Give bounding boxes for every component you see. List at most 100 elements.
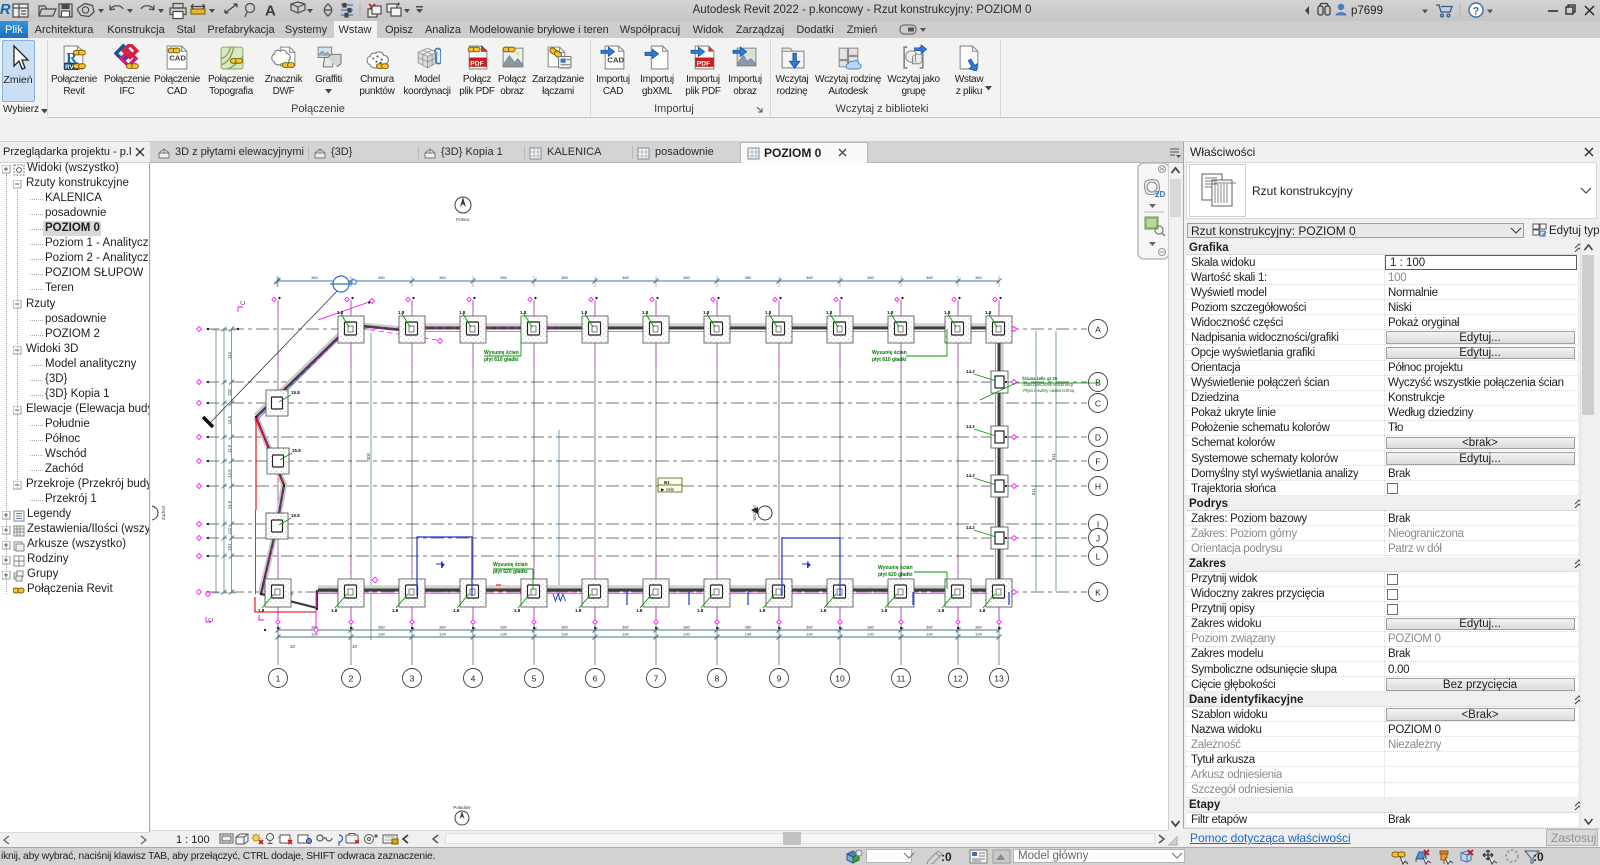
svg-text:380: 380	[975, 625, 982, 630]
svg-text:K: K	[1095, 588, 1101, 598]
svg-text:10: 10	[290, 644, 296, 649]
svg-text:611: 611	[1031, 488, 1036, 495]
svg-text:1.8: 1.8	[944, 310, 951, 315]
svg-text:8: 8	[715, 674, 720, 684]
svg-text:1.8: 1.8	[642, 310, 649, 315]
svg-text:B1: B1	[664, 480, 670, 485]
svg-text:1.8: 1.8	[398, 310, 405, 315]
svg-text:1.8: 1.8	[820, 608, 827, 613]
svg-text:3: 3	[410, 674, 415, 684]
svg-text:380: 380	[439, 275, 446, 280]
svg-text:11: 11	[897, 674, 906, 684]
svg-text:płyt 610 gładki: płyt 610 gładki	[872, 357, 907, 363]
svg-text:C: C	[209, 617, 215, 622]
svg-text:380: 380	[683, 275, 690, 280]
svg-text:190: 190	[806, 632, 813, 637]
svg-text:190: 190	[867, 632, 874, 637]
svg-text:15.8: 15.8	[291, 390, 300, 395]
svg-text:380: 380	[378, 625, 385, 630]
svg-text:14.5: 14.5	[227, 500, 232, 509]
svg-text:190: 190	[926, 632, 933, 637]
svg-text:380: 380	[867, 275, 874, 280]
svg-text:2D: 2D	[1155, 190, 1165, 199]
svg-text:p7699: p7699	[1351, 5, 1383, 17]
svg-text:Wysunię ścian: Wysunię ścian	[878, 565, 913, 571]
svg-text:płyt 620 gładki: płyt 620 gładki	[493, 569, 528, 575]
svg-text:D: D	[1095, 433, 1101, 443]
svg-text:J: J	[1096, 534, 1100, 544]
svg-text:380: 380	[745, 625, 752, 630]
svg-text:1.8: 1.8	[453, 608, 460, 613]
svg-text:380: 380	[926, 275, 933, 280]
svg-text:300: 300	[366, 452, 371, 460]
svg-text:1.8: 1.8	[258, 608, 265, 613]
svg-text:14.2: 14.2	[966, 369, 975, 374]
svg-text:380: 380	[439, 625, 446, 630]
svg-text:CAD: CAD	[607, 56, 624, 65]
svg-text:1.8: 1.8	[765, 310, 772, 315]
svg-text:C: C	[1095, 399, 1101, 409]
svg-text:-Płyta z awbry nawierzchnią: -Płyta z awbry nawierzchnią	[1022, 388, 1075, 393]
svg-text:380: 380	[975, 275, 982, 280]
svg-text:380: 380	[926, 625, 933, 630]
svg-text:380: 380	[806, 625, 813, 630]
svg-text:L: L	[1096, 552, 1101, 562]
svg-text:14.5: 14.5	[227, 415, 232, 424]
svg-text:13: 13	[994, 674, 1004, 684]
svg-text:1.8: 1.8	[703, 310, 710, 315]
svg-text:1.8: 1.8	[697, 608, 704, 613]
svg-text:płyt 620 gładki: płyt 620 gładki	[878, 572, 913, 578]
svg-text:4: 4	[471, 674, 476, 684]
svg-text:H: H	[1095, 482, 1101, 492]
svg-text:380: 380	[806, 275, 813, 280]
svg-text:Zachód: Zachód	[161, 505, 166, 520]
svg-text:Południe: Południe	[453, 805, 471, 810]
svg-text:14.2: 14.2	[966, 525, 975, 530]
svg-text:1.8: 1.8	[938, 608, 945, 613]
svg-text:1.8: 1.8	[514, 608, 521, 613]
svg-text:190: 190	[439, 632, 446, 637]
svg-text:PDF: PDF	[696, 60, 710, 67]
svg-text:11.5: 11.5	[227, 444, 232, 453]
svg-text:C: C	[241, 300, 247, 305]
svg-text:Wysunię ścian: Wysunię ścian	[872, 350, 907, 356]
svg-text:1.8: 1.8	[887, 310, 894, 315]
svg-text:101: 101	[227, 543, 232, 551]
svg-text:5: 5	[532, 674, 537, 684]
svg-text:Wschód: Wschód	[752, 505, 757, 521]
svg-text:190: 190	[975, 632, 982, 637]
svg-text:611: 611	[1051, 453, 1056, 460]
svg-text:I: I	[1097, 520, 1099, 530]
svg-text:6: 6	[593, 674, 598, 684]
svg-text:14.2: 14.2	[966, 424, 975, 429]
svg-text:2: 2	[349, 674, 354, 684]
svg-text:15.8: 15.8	[292, 448, 301, 453]
svg-text:1.8: 1.8	[331, 608, 338, 613]
svg-text:380: 380	[745, 275, 752, 280]
svg-text:380: 380	[500, 625, 507, 630]
svg-text:190: 190	[500, 632, 507, 637]
svg-text:190: 190	[378, 632, 385, 637]
svg-text:1.8: 1.8	[459, 310, 466, 315]
svg-text:190: 190	[683, 632, 690, 637]
svg-text:10: 10	[835, 674, 845, 684]
svg-text:380: 380	[311, 275, 318, 280]
svg-text:?: ?	[1473, 6, 1480, 18]
svg-text:380: 380	[561, 625, 568, 630]
svg-text:380: 380	[622, 625, 629, 630]
svg-text:1.8: 1.8	[826, 310, 833, 315]
svg-text:10: 10	[352, 644, 358, 649]
svg-text:B: B	[1095, 378, 1101, 388]
svg-text:190: 190	[561, 632, 568, 637]
svg-text:1.8: 1.8	[575, 608, 582, 613]
svg-text:Wysunię ścian: Wysunię ścian	[484, 350, 519, 356]
svg-text:PDF: PDF	[470, 60, 484, 67]
svg-text:CAD: CAD	[169, 54, 186, 63]
svg-text:9: 9	[777, 674, 782, 684]
svg-text:1.8: 1.8	[979, 608, 986, 613]
svg-text:Północ: Północ	[456, 217, 471, 222]
svg-text:14.2: 14.2	[966, 473, 975, 478]
svg-text:Wysunię ścian: Wysunię ścian	[493, 562, 528, 568]
svg-text:A: A	[265, 3, 276, 20]
svg-text:380: 380	[867, 625, 874, 630]
